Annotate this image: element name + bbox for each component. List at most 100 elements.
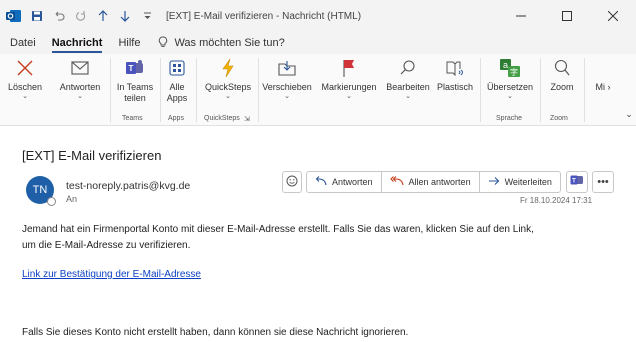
teams-icon: T	[570, 173, 584, 191]
translate-button[interactable]: a字 Übersetzen ⌄	[484, 54, 536, 114]
teams-share-button[interactable]: T	[566, 171, 588, 193]
outlook-icon	[6, 9, 22, 23]
tell-me-search[interactable]: Was möchten Sie tun?	[158, 36, 285, 51]
body-line-2: um die E-Mail-Adresse zu verifizieren.	[22, 240, 191, 251]
immersive-reader-label: Plastisch	[436, 82, 473, 92]
svg-text:T: T	[129, 64, 134, 73]
group-label-zoom: Zoom	[550, 115, 568, 122]
translate-icon: a字	[499, 54, 521, 82]
move-folder-icon	[277, 54, 297, 82]
reply-button[interactable]: Antworten ⌄	[54, 54, 106, 114]
chevron-down-icon: ⌄	[225, 93, 231, 100]
group-separator	[584, 58, 585, 122]
group-separator	[540, 58, 541, 122]
group-separator	[160, 58, 161, 122]
up-icon[interactable]	[96, 9, 110, 23]
zoom-button[interactable]: Zoom	[544, 54, 580, 114]
group-label-teams: Teams	[122, 115, 143, 122]
move-button[interactable]: Verschieben ⌄	[260, 54, 314, 114]
immersive-reader-button[interactable]: Plastisch	[434, 54, 476, 114]
envelope-reply-icon	[69, 54, 91, 82]
delete-icon	[16, 54, 34, 82]
all-apps-button[interactable]: Alle Apps	[162, 54, 192, 114]
share-teams-button[interactable]: T In Teams teilen	[114, 54, 156, 114]
svg-text:a: a	[503, 60, 508, 70]
reaction-button[interactable]	[282, 171, 302, 193]
translate-label: Übersetzen	[486, 82, 534, 92]
chevron-down-icon: ⌄	[22, 93, 28, 100]
menu-bar: Datei Nachricht Hilfe Was möchten Sie tu…	[0, 32, 636, 54]
forward-action-button[interactable]: Weiterleiten	[480, 172, 560, 192]
maximize-icon[interactable]	[544, 0, 590, 32]
ellipsis-icon: •••	[597, 176, 609, 188]
group-separator	[480, 58, 481, 122]
reply-action-button[interactable]: Antworten	[307, 172, 382, 192]
delete-label: Löschen	[7, 82, 43, 92]
save-icon[interactable]	[30, 9, 44, 23]
message-body: Jemand hat ein Firmenportal Konto mit di…	[22, 222, 622, 254]
svg-text:字: 字	[510, 67, 518, 77]
down-icon[interactable]	[118, 9, 132, 23]
chevron-down-icon: ⌄	[346, 93, 352, 100]
quick-access-toolbar: [EXT] E-Mail verifizieren - Nachricht (H…	[0, 0, 361, 32]
all-apps-label-2: Apps	[166, 93, 188, 103]
ribbon: Löschen ⌄ Antworten ⌄ T In Teams teilen …	[0, 54, 636, 126]
menu-nachricht[interactable]: Nachricht	[51, 37, 102, 53]
window-title: [EXT] E-Mail verifizieren - Nachricht (H…	[166, 10, 362, 22]
avatar-initials: TN	[32, 184, 48, 196]
message-footer: Falls Sie dieses Konto nicht erstellt ha…	[22, 327, 409, 338]
reply-all-action-button[interactable]: Allen antworten	[382, 172, 480, 192]
quicksteps-label: QuickSteps	[204, 82, 252, 92]
forward-icon	[488, 176, 500, 189]
quicksteps-button[interactable]: QuickSteps ⌄	[200, 54, 256, 114]
tell-me-label: Was möchten Sie tun?	[174, 37, 285, 49]
redo-icon[interactable]	[74, 9, 88, 23]
move-label: Verschieben	[262, 82, 312, 92]
customize-icon[interactable]	[140, 9, 154, 23]
chevron-down-icon: ⌄	[284, 93, 290, 100]
window-controls	[498, 0, 636, 32]
verification-link[interactable]: Link zur Bestätigung der E-Mail-Adresse	[22, 269, 201, 280]
group-label-apps: Apps	[168, 115, 184, 122]
group-separator	[258, 58, 259, 122]
more-label: Mi ›	[595, 82, 610, 93]
flag-icon	[341, 54, 357, 82]
more-label-text: Mi	[595, 82, 605, 92]
message-date: Fr 18.10.2024 17:31	[520, 196, 593, 205]
group-separator	[196, 58, 197, 122]
share-teams-label-2: teilen	[124, 93, 146, 103]
group-separator	[110, 58, 111, 122]
dialog-launcher-icon[interactable]: ⇲	[244, 115, 250, 123]
more-actions-button[interactable]: •••	[592, 171, 614, 193]
tags-button[interactable]: Markierungen ⌄	[318, 54, 380, 114]
menu-datei[interactable]: Datei	[10, 37, 36, 49]
message-subject: [EXT] E-Mail verifizieren	[22, 148, 162, 163]
reply-all-icon	[389, 175, 404, 189]
presence-indicator	[47, 197, 56, 206]
undo-icon[interactable]	[52, 9, 66, 23]
ribbon-expand-icon[interactable]: ⌄	[622, 106, 636, 122]
chevron-down-icon: ⌄	[507, 93, 513, 100]
close-icon[interactable]	[590, 0, 636, 32]
title-bar: [EXT] E-Mail verifizieren - Nachricht (H…	[0, 0, 636, 32]
chevron-right-icon: ›	[607, 82, 611, 92]
more-button[interactable]: Mi ›	[588, 54, 618, 114]
zoom-label: Zoom	[550, 82, 574, 92]
message-actions: Antworten Allen antworten Weiterleiten	[306, 171, 561, 193]
reply-action-label: Antworten	[332, 177, 373, 187]
immersive-reader-icon	[445, 54, 465, 82]
delete-button[interactable]: Löschen ⌄	[4, 54, 46, 114]
to-label: An	[66, 194, 78, 204]
edit-button[interactable]: Bearbeiten ⌄	[384, 54, 432, 114]
sender-address[interactable]: test-noreply.patris@kvg.de	[66, 180, 190, 192]
edit-label: Bearbeiten	[386, 82, 430, 92]
reply-label: Antworten	[59, 82, 101, 92]
minimize-icon[interactable]	[498, 0, 544, 32]
share-teams-label-1: In Teams	[116, 82, 154, 92]
reply-icon	[315, 175, 327, 189]
svg-text:T: T	[572, 179, 576, 185]
chevron-down-icon: ⌄	[77, 93, 83, 100]
lightbulb-icon	[158, 36, 168, 51]
menu-hilfe[interactable]: Hilfe	[118, 37, 140, 49]
chevron-down-icon: ⌄	[405, 93, 411, 100]
